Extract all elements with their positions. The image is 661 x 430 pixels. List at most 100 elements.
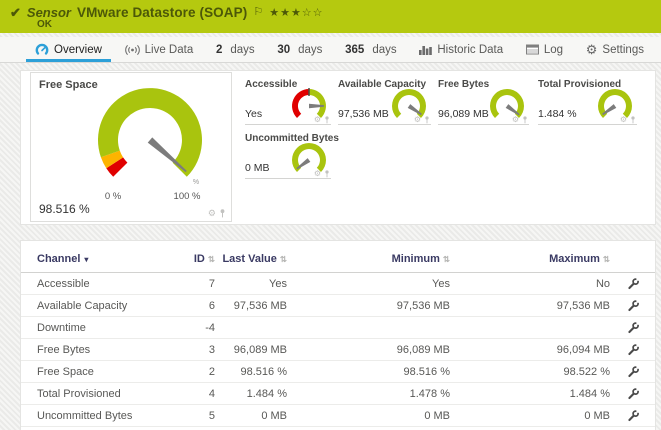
status-badge: OK: [37, 19, 52, 30]
bar-chart-icon: [419, 44, 432, 55]
tab-365-days[interactable]: 365 days: [336, 37, 405, 62]
gear-icon[interactable]: ⚙: [512, 116, 519, 124]
cell-minimum: Yes: [287, 273, 450, 295]
pin-icon[interactable]: [424, 116, 430, 124]
table-row: Total Provisioned 4 1.484 % 1.478 % 1.48…: [21, 383, 656, 405]
column-header-channel[interactable]: Channel▾: [37, 241, 175, 273]
channel-settings-wrench-icon[interactable]: [627, 410, 639, 422]
cell-maximum: 96,094 MB: [450, 339, 610, 361]
tab-number: 30: [277, 44, 290, 56]
gauge-value: 97,536 MB: [338, 108, 389, 120]
priority-flag-icon[interactable]: ⚐: [253, 5, 263, 18]
free-bytes-gauge-card: Free Bytes 96,089 MB ⚙: [438, 77, 529, 125]
pin-icon[interactable]: [522, 116, 528, 124]
tab-30-days[interactable]: 30 days: [268, 37, 331, 62]
gauge-unit-label: %: [193, 179, 199, 186]
cell-minimum: 0 MB: [287, 405, 450, 427]
cell-minimum: [287, 317, 450, 339]
tab-bar: Overview Live Data 2 days 30 days 365 da…: [0, 37, 661, 63]
cell-minimum: 96,089 MB: [287, 339, 450, 361]
free-space-gauge-card: Free Space 0 % 100 % % 98.516 % ⚙: [30, 72, 232, 222]
tab-label: Log: [544, 44, 563, 56]
pin-icon[interactable]: [630, 116, 636, 124]
tab-number: 2: [216, 44, 222, 56]
channel-settings-wrench-icon[interactable]: [627, 278, 639, 290]
tab-number: 365: [345, 44, 364, 56]
tab-historic-data[interactable]: Historic Data: [410, 37, 512, 62]
column-header-minimum[interactable]: Minimum⇅: [287, 241, 450, 273]
cell-id: 7: [175, 273, 215, 295]
cell-maximum: 1.484 %: [450, 383, 610, 405]
cell-maximum: [450, 317, 610, 339]
cell-maximum: 97,536 MB: [450, 295, 610, 317]
tab-2-days[interactable]: 2 days: [207, 37, 264, 62]
gear-icon[interactable]: ⚙: [414, 116, 421, 124]
cell-channel: Free Bytes: [37, 339, 175, 361]
cell-channel: Total Provisioned: [37, 383, 175, 405]
status-check-icon: ✔: [10, 5, 21, 21]
log-table-icon: [526, 44, 539, 55]
tab-label: days: [372, 44, 396, 56]
cell-channel: Available Capacity: [37, 295, 175, 317]
priority-stars[interactable]: ★★★☆☆: [269, 6, 323, 19]
cell-id: 2: [175, 361, 215, 383]
cell-channel: Uncommitted Bytes: [37, 405, 175, 427]
cell-last-value: 0 MB: [215, 405, 287, 427]
uncommitted-bytes-gauge-card: Uncommitted Bytes 0 MB ⚙: [245, 131, 331, 179]
channel-settings-wrench-icon[interactable]: [627, 322, 639, 334]
tab-live-data[interactable]: Live Data: [116, 37, 203, 62]
table-row: Downtime -4: [21, 317, 656, 339]
total-provisioned-gauge-card: Total Provisioned 1.484 % ⚙: [538, 77, 637, 125]
gauge-value: 98.516 %: [39, 202, 90, 216]
sensor-header: ✔ Sensor VMware Datastore (SOAP) ⚐ ★★★☆☆…: [0, 0, 661, 33]
table-row: Free Space 2 98.516 % 98.516 % 98.522 %: [21, 361, 656, 383]
pin-icon[interactable]: [219, 209, 226, 218]
pin-icon[interactable]: [324, 116, 330, 124]
gauge-max-label: 100 %: [174, 191, 201, 202]
gear-icon[interactable]: ⚙: [208, 209, 216, 218]
live-signal-icon: [125, 44, 140, 56]
table-header-row: Channel▾ ID⇅ Last Value⇅ Minimum⇅ Maximu…: [21, 241, 656, 273]
gear-icon[interactable]: ⚙: [314, 116, 321, 124]
accessible-gauge-card: Accessible Yes ⚙: [245, 77, 331, 125]
gear-icon[interactable]: ⚙: [620, 116, 627, 124]
column-header-id[interactable]: ID⇅: [175, 241, 215, 273]
gear-icon[interactable]: ⚙: [314, 170, 321, 178]
gear-icon: ⚙: [586, 43, 598, 56]
cell-last-value: 97,536 MB: [215, 295, 287, 317]
channel-settings-wrench-icon[interactable]: [627, 300, 639, 312]
cell-id: -4: [175, 317, 215, 339]
channel-settings-wrench-icon[interactable]: [627, 366, 639, 378]
sort-icon: ⇅: [280, 254, 287, 264]
cell-id: 6: [175, 295, 215, 317]
sort-icon: ⇅: [603, 254, 610, 264]
channel-settings-wrench-icon[interactable]: [627, 344, 639, 356]
table-row: Accessible 7 Yes Yes No: [21, 273, 656, 295]
cell-last-value: 98.516 %: [215, 361, 287, 383]
tab-log[interactable]: Log: [517, 37, 572, 62]
cell-id: 5: [175, 405, 215, 427]
tab-label: Overview: [54, 44, 102, 56]
channel-table: Channel▾ ID⇅ Last Value⇅ Minimum⇅ Maximu…: [21, 241, 656, 427]
gauge-value: 96,089 MB: [438, 108, 489, 120]
available-capacity-gauge-card: Available Capacity 97,536 MB ⚙: [338, 77, 431, 125]
channel-settings-wrench-icon[interactable]: [627, 388, 639, 400]
cell-last-value: 1.484 %: [215, 383, 287, 405]
gauge-min-label: 0 %: [105, 191, 122, 202]
cell-channel: Downtime: [37, 317, 175, 339]
table-row: Available Capacity 6 97,536 MB 97,536 MB…: [21, 295, 656, 317]
tab-overview[interactable]: Overview: [26, 37, 111, 62]
tab-label: days: [230, 44, 254, 56]
tab-settings[interactable]: ⚙ Settings: [577, 37, 653, 62]
cell-minimum: 97,536 MB: [287, 295, 450, 317]
sort-desc-icon: ▾: [84, 255, 88, 264]
cell-id: 4: [175, 383, 215, 405]
cell-minimum: 1.478 %: [287, 383, 450, 405]
pin-icon[interactable]: [324, 170, 330, 178]
sort-icon: ⇅: [443, 254, 450, 264]
column-header-last-value[interactable]: Last Value⇅: [215, 241, 287, 273]
tab-label: Live Data: [145, 44, 194, 56]
column-header-maximum[interactable]: Maximum⇅: [450, 241, 610, 273]
cell-minimum: 98.516 %: [287, 361, 450, 383]
sort-icon: ⇅: [208, 254, 215, 264]
